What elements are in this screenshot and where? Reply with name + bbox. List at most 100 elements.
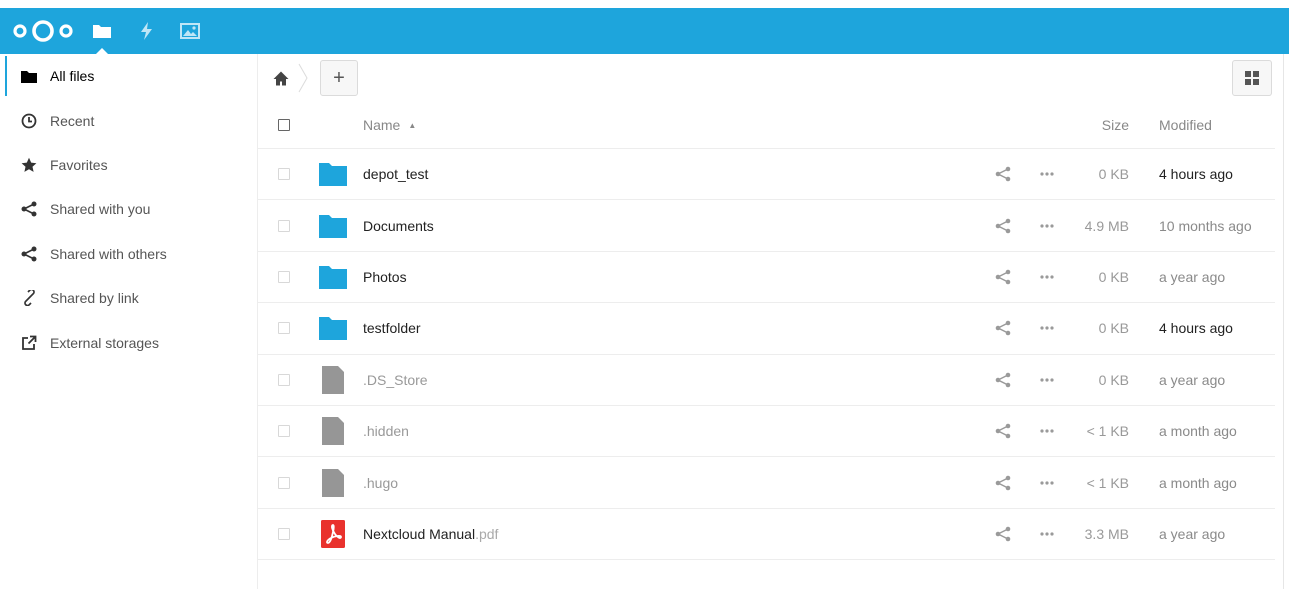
share-icon[interactable]	[995, 320, 1011, 336]
files-app-icon[interactable]	[90, 19, 114, 54]
file-name[interactable]: Documents	[363, 218, 434, 234]
sidebar-item-shared-with-you[interactable]: Shared with you	[0, 187, 257, 231]
image-icon	[180, 23, 200, 39]
sidebar-item-external-storages[interactable]: External storages	[0, 320, 257, 364]
share-icon[interactable]	[995, 166, 1011, 182]
file-name[interactable]: Nextcloud Manual.pdf	[363, 526, 498, 542]
nextcloud-logo[interactable]	[12, 17, 76, 45]
file-size: 0 KB	[1098, 320, 1129, 337]
scrollbar-track[interactable]	[1283, 54, 1284, 589]
clock-icon	[20, 112, 38, 130]
table-row[interactable]: Nextcloud Manual.pdf 3.3 MB a year ago	[258, 509, 1275, 561]
grid-view-toggle[interactable]	[1232, 60, 1272, 96]
more-actions-icon[interactable]	[1039, 269, 1055, 285]
share-icon	[20, 245, 38, 263]
table-row[interactable]: Documents 4.9 MB 10 months ago	[258, 200, 1275, 252]
file-basename: Documents	[363, 217, 434, 234]
file-name[interactable]: testfolder	[363, 320, 421, 336]
external-link-icon	[20, 334, 38, 352]
add-new-button[interactable]: +	[320, 60, 358, 96]
sidebar-item-all-files[interactable]: All files	[0, 54, 257, 98]
share-icon[interactable]	[995, 423, 1011, 439]
file-modified: 4 hours ago	[1159, 320, 1233, 337]
file-name[interactable]: .hugo	[363, 475, 398, 491]
breadcrumb-home[interactable]	[272, 69, 290, 87]
file-name	[363, 580, 367, 589]
file-size: < 1 KB	[1086, 474, 1129, 491]
row-checkbox[interactable]	[278, 219, 290, 232]
file-modified: a year ago	[1159, 371, 1226, 388]
table-row[interactable]: .DS_Store 0 KB a year ago	[258, 355, 1275, 406]
star-icon	[20, 156, 38, 174]
row-checkbox[interactable]	[278, 425, 290, 438]
sidebar-item-label: Shared with you	[50, 201, 151, 218]
sidebar-item-recent[interactable]: Recent	[0, 98, 257, 142]
sidebar-item-favorites[interactable]: Favorites	[0, 143, 257, 187]
table-row[interactable]: depot_test 0 KB 4 hours ago	[258, 149, 1275, 201]
file-modified: 4 hours ago	[1159, 166, 1233, 183]
folder-icon	[318, 159, 348, 189]
file-modified: a month ago	[1159, 474, 1237, 491]
more-actions-icon[interactable]	[1039, 526, 1055, 542]
share-icon[interactable]	[995, 526, 1011, 542]
file-size: < 1 KB	[1086, 423, 1129, 440]
home-icon	[273, 71, 289, 85]
sidebar-item-shared-with-others[interactable]: Shared with others	[0, 232, 257, 276]
more-actions-icon[interactable]	[1039, 166, 1055, 182]
breadcrumb-separator	[298, 63, 308, 93]
folder-icon	[318, 313, 348, 343]
share-icon[interactable]	[995, 475, 1011, 491]
sidebar-item-label: All files	[50, 68, 95, 85]
sidebar-item-label: Favorites	[50, 156, 108, 173]
row-checkbox[interactable]	[278, 168, 290, 181]
file-name[interactable]: .DS_Store	[363, 372, 428, 388]
sidebar-item-label: Recent	[50, 112, 95, 129]
table-row[interactable]: .hugo < 1 KB a month ago	[258, 457, 1275, 509]
file-basename: Nextcloud Manual	[363, 525, 476, 542]
row-checkbox[interactable]	[278, 476, 290, 489]
sidebar-item-shared-by-link[interactable]: Shared by link	[0, 276, 257, 320]
file-name[interactable]: depot_test	[363, 166, 428, 182]
share-icon[interactable]	[995, 218, 1011, 234]
table-row[interactable]: .hidden < 1 KB a month ago	[258, 406, 1275, 458]
file-modified: a month ago	[1159, 423, 1237, 440]
row-checkbox[interactable]	[278, 322, 290, 335]
sidebar-item-label: Shared with others	[50, 245, 167, 262]
grid-icon	[1245, 71, 1259, 85]
row-checkbox[interactable]	[278, 270, 290, 283]
file-size: 3.3 MB	[1084, 525, 1129, 542]
row-checkbox[interactable]	[278, 527, 290, 540]
table-row[interactable]: Photos 0 KB a year ago	[258, 252, 1275, 304]
activity-app-icon[interactable]	[134, 19, 158, 43]
lightning-icon	[141, 22, 152, 40]
sidebar-item-label: External storages	[50, 334, 159, 351]
folder-icon	[93, 25, 111, 38]
more-actions-icon[interactable]	[1039, 475, 1055, 491]
more-actions-icon[interactable]	[1039, 218, 1055, 234]
more-actions-icon[interactable]	[1039, 423, 1055, 439]
file-name[interactable]: Photos	[363, 269, 407, 285]
file-extension: .pdf	[475, 525, 499, 542]
file-basename: .DS_Store	[363, 371, 428, 388]
row-checkbox[interactable]	[278, 373, 290, 386]
file-icon	[318, 416, 348, 446]
select-all-checkbox[interactable]	[278, 119, 290, 131]
gallery-app-icon[interactable]	[178, 19, 202, 43]
file-name[interactable]: .hidden	[363, 423, 409, 439]
file-icon	[318, 365, 348, 395]
column-header-modified[interactable]: Modified	[1159, 117, 1212, 133]
column-header-size[interactable]: Size	[1102, 117, 1129, 133]
file-basename: .hugo	[363, 474, 399, 491]
more-actions-icon[interactable]	[1039, 372, 1055, 388]
more-actions-icon[interactable]	[1039, 320, 1055, 336]
table-row[interactable]: testfolder 0 KB 4 hours ago	[258, 303, 1275, 355]
file-rows: depot_test 0 KB 4 hours ago Documents 4.9 MB…	[258, 149, 1275, 561]
share-icon[interactable]	[995, 269, 1011, 285]
folder-icon	[318, 262, 348, 292]
file-icon	[318, 468, 348, 498]
file-size: 0 KB	[1098, 166, 1129, 183]
column-header-name[interactable]: Name ▲	[363, 117, 416, 133]
column-header-name-label: Name	[363, 117, 401, 133]
share-icon[interactable]	[995, 372, 1011, 388]
file-basename: Photos	[363, 268, 407, 285]
